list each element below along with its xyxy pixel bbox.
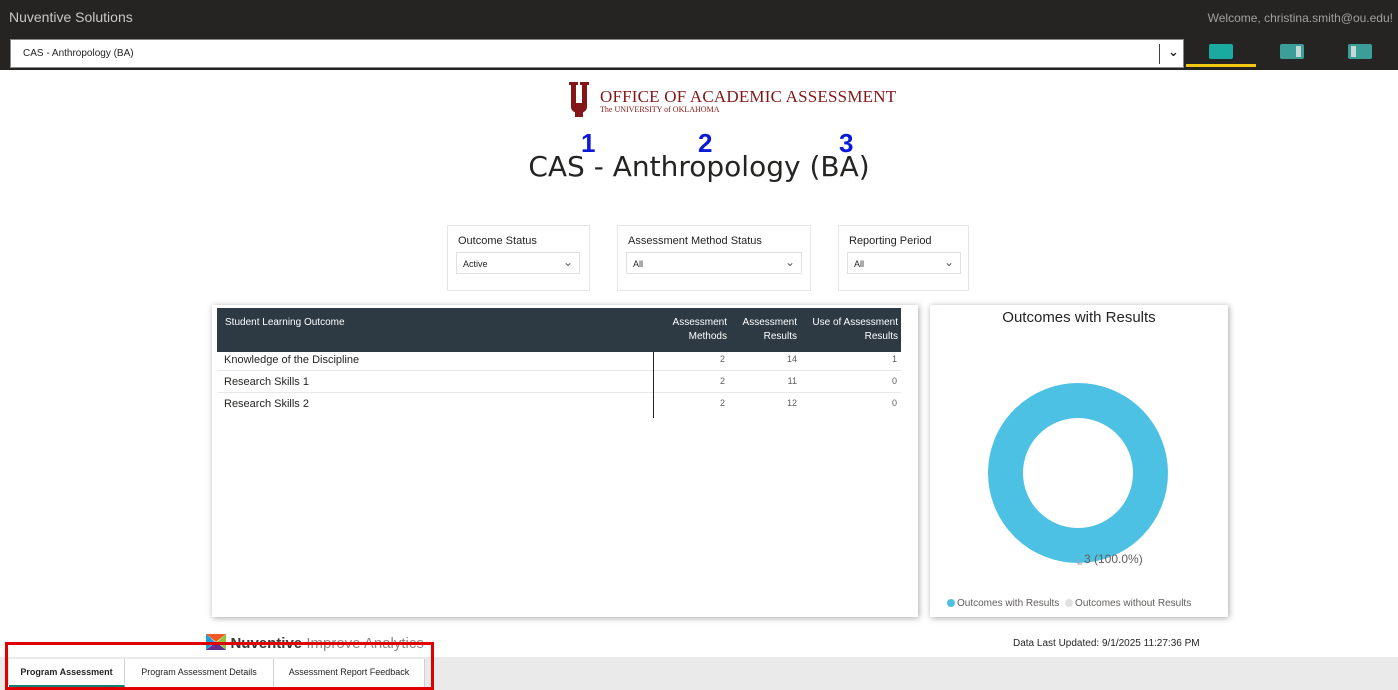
dropdown-divider <box>1159 44 1160 64</box>
slicer-outcome-status: Outcome Status Active ⌄ <box>447 225 590 291</box>
office-logo: OFFICE OF ACADEMIC ASSESSMENT The UNIVER… <box>566 80 896 120</box>
outcomes-donut-card: Outcomes with Results 3 (100.0%) Outcome… <box>930 305 1228 617</box>
table-row[interactable]: Knowledge of the Discipline 2 14 1 <box>217 349 901 371</box>
data-last-updated: Data Last Updated: 9/1/2025 11:27:36 PM <box>1013 638 1200 649</box>
slicer-value: All <box>633 259 644 269</box>
slicer-assessment-method-status: Assessment Method Status All ⌄ <box>617 225 811 291</box>
ou-logo-icon <box>569 82 589 117</box>
outcome-status-dropdown[interactable]: Active ⌄ <box>456 252 580 274</box>
legend-item-with-results[interactable]: Outcomes with Results <box>947 598 1059 609</box>
reporting-period-dropdown[interactable]: All ⌄ <box>847 252 961 274</box>
header-student-learning-outcome[interactable]: Student Learning Outcome <box>225 316 345 330</box>
header-assessment-methods-1[interactable]: Assessment <box>667 316 727 330</box>
active-view-indicator <box>1186 64 1256 67</box>
highlight-box <box>5 642 434 690</box>
cell-use: 1 <box>891 354 897 364</box>
cell-outcome: Research Skills 2 <box>224 398 309 410</box>
slicer-label: Reporting Period <box>849 235 932 247</box>
cell-outcome: Knowledge of the Discipline <box>224 354 360 366</box>
donut-chart <box>988 383 1168 565</box>
welcome-text: Welcome, christina.smith@ou.edu! <box>1207 11 1393 25</box>
donut-slice-0[interactable] <box>988 383 1168 563</box>
slicer-value: All <box>854 259 865 269</box>
chevron-down-icon: ⌄ <box>943 255 954 269</box>
slicer-reporting-period: Reporting Period All ⌄ <box>838 225 969 291</box>
chevron-down-icon: ⌄ <box>562 255 573 269</box>
split-view-icon <box>1351 46 1356 57</box>
cell-methods: 2 <box>719 376 725 386</box>
view-button-1[interactable] <box>1209 44 1233 59</box>
cell-methods: 2 <box>719 354 725 364</box>
outcomes-table-card: Student Learning Outcome Assessment Meth… <box>212 305 918 617</box>
view-button-2[interactable] <box>1280 44 1304 59</box>
legend-dot <box>947 599 955 607</box>
cell-methods: 2 <box>719 398 725 408</box>
logo-subtitle: The UNIVERSITY of OKLAHOMA <box>600 105 720 114</box>
cell-use: 0 <box>891 376 897 386</box>
table-header: Student Learning Outcome Assessment Meth… <box>217 308 901 352</box>
slicer-value: Active <box>463 259 488 269</box>
split-view-icon <box>1296 46 1301 57</box>
column-divider <box>653 352 654 418</box>
donut-data-label: 3 (100.0%) <box>1084 552 1143 566</box>
cell-use: 0 <box>891 398 897 408</box>
cell-results: 14 <box>786 354 797 364</box>
chevron-down-icon: ⌄ <box>784 255 795 269</box>
top-bar: Nuventive Solutions Welcome, christina.s… <box>0 0 1398 38</box>
cell-results: 12 <box>786 398 797 408</box>
legend-dot <box>1065 599 1074 607</box>
chevron-down-icon[interactable]: ⌄ <box>1168 44 1179 60</box>
header-assessment-methods-2: Methods <box>688 331 727 342</box>
cell-outcome: Research Skills 1 <box>224 376 309 388</box>
logo-title: OFFICE OF ACADEMIC ASSESSMENT <box>600 87 897 106</box>
header-assessment-results-1[interactable]: Assessment <box>735 316 797 330</box>
header-assessment-results-2: Results <box>763 331 797 342</box>
program-dropdown-value: CAS - Anthropology (BA) <box>23 48 134 59</box>
app-brand: Nuventive Solutions <box>9 9 133 25</box>
assessment-method-status-dropdown[interactable]: All ⌄ <box>626 252 802 274</box>
legend-item-without-results[interactable]: Outcomes without Results <box>1065 598 1191 609</box>
slicer-label: Outcome Status <box>458 235 537 247</box>
chart-legend: Outcomes with Results Outcomes without R… <box>947 598 1191 609</box>
header-use-of-results-1[interactable]: Use of Assessment <box>801 316 898 330</box>
header-use-of-results-2: Results <box>864 331 898 342</box>
cell-results: 11 <box>787 376 797 386</box>
program-dropdown[interactable]: CAS - Anthropology (BA) ⌄ <box>10 39 1184 68</box>
table-row[interactable]: Research Skills 1 2 11 0 <box>217 371 901 393</box>
view-button-3[interactable] <box>1348 44 1372 59</box>
slicer-label: Assessment Method Status <box>628 235 762 247</box>
table-row[interactable]: Research Skills 2 2 12 0 <box>217 393 901 415</box>
page-title: CAS - Anthropology (BA) <box>528 150 870 183</box>
